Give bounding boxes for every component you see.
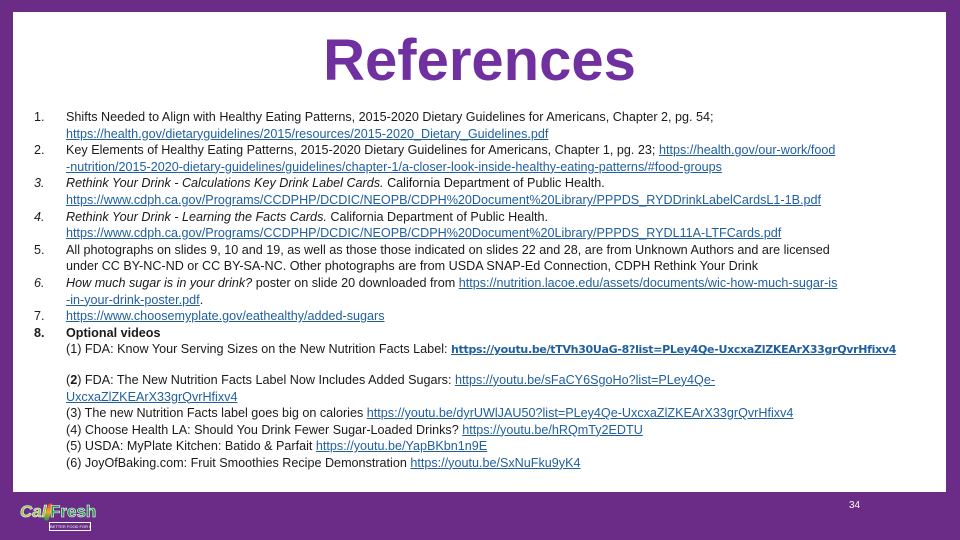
page-number: 34 (849, 500, 861, 511)
reference-trailing: . (199, 292, 204, 307)
reference-link[interactable]: https://www.cdph.ca.gov/Programs/CCDPHP/… (66, 226, 781, 240)
video-label: ) FDA: The New Nutrition Facts Label Now… (77, 372, 452, 387)
reference-item-5: 5. All photographs on slides 9, 10 and 1… (13, 242, 946, 275)
video-item-4: (4) Choose Health LA: Should You Drink F… (66, 422, 946, 439)
video-link[interactable]: https://youtu.be/YapBKbn1n9E (316, 439, 487, 453)
reference-text: poster on slide 20 downloaded from (255, 275, 456, 290)
reference-text: All photographs on slides 9, 10 and 19, … (66, 242, 830, 257)
reference-item-8: 8. Optional videos (1) FDA: Know Your Se… (13, 325, 946, 472)
reference-title: How much sugar is in your drink? (66, 275, 253, 290)
video-item-3: (3) The new Nutrition Facts label goes b… (66, 405, 946, 422)
reference-link[interactable]: https://www.cdph.ca.gov/Programs/CCDPHP/… (66, 193, 821, 207)
reference-number: 8. (34, 325, 45, 340)
reference-item-1: 1. Shifts Needed to Align with Healthy E… (13, 109, 946, 142)
reference-number: 7. (34, 309, 45, 324)
reference-number: 6. (34, 275, 45, 290)
reference-number: 4. (34, 209, 45, 224)
reference-text: Key Elements of Healthy Eating Patterns,… (66, 143, 656, 158)
video-label: (1) FDA: Know Your Serving Sizes on the … (66, 342, 448, 357)
reference-text: Shifts Needed to Align with Healthy Eati… (66, 110, 714, 124)
video-link-continued[interactable]: UxcxaZlZKEArX33grQvrHfixv4 (66, 390, 237, 404)
video-link[interactable]: https://youtu.be/SxNuFku9yK4 (410, 456, 580, 470)
reference-link[interactable]: https://www.choosemyplate.gov/eathealthy… (66, 309, 385, 323)
video-label: (5) USDA: MyPlate Kitchen: Batido & Parf… (66, 439, 313, 454)
video-label: (6) JoyOfBaking.com: Fruit Smoothies Rec… (66, 455, 407, 470)
video-item-6: (6) JoyOfBaking.com: Fruit Smoothies Rec… (66, 455, 946, 472)
reference-number: 2. (34, 143, 45, 158)
reference-link[interactable]: https://nutrition.lacoe.edu/assets/docum… (459, 276, 838, 290)
reference-list: 1. Shifts Needed to Align with Healthy E… (13, 109, 946, 471)
reference-item-7: 7. https://www.choosemyplate.gov/eatheal… (13, 308, 946, 325)
logo-cal-text: Cal (20, 502, 47, 522)
reference-title: Rethink Your Drink - Calculations Key Dr… (66, 176, 384, 191)
reference-item-3: 3. Rethink Your Drink - Calculations Key… (13, 175, 946, 208)
reference-link-continued[interactable]: -nutrition/2015-2020-dietary-guidelines/… (66, 160, 722, 174)
reference-item-6: 6. How much sugar is in your drink? post… (13, 275, 946, 308)
reference-item-2: 2. Key Elements of Healthy Eating Patter… (13, 142, 946, 175)
video-link[interactable]: https://youtu.be/dyrUWlJAU50?list=PLey4Q… (367, 406, 794, 420)
calfresh-logo: Cal Fresh BETTER FOOD FOR BETTER LIVING (20, 502, 97, 532)
reference-link-continued[interactable]: -in-your-drink-poster.pdf (66, 293, 200, 307)
optional-videos-heading: Optional videos (66, 325, 161, 340)
video-link[interactable]: https://youtu.be/sFaCY6SgoHo?list=PLey4Q… (455, 373, 715, 387)
reference-number: 1. (34, 110, 45, 124)
reference-text: California Department of Public Health. (387, 176, 605, 191)
video-item-1: (1) FDA: Know Your Serving Sizes on the … (66, 341, 946, 359)
reference-item-4: 4. Rethink Your Drink - Learning the Fac… (13, 209, 946, 242)
logo-fresh-text: Fresh (50, 502, 97, 522)
reference-link[interactable]: https://health.gov/our-work/food (659, 143, 835, 157)
video-item-5: (5) USDA: MyPlate Kitchen: Batido & Parf… (66, 438, 946, 455)
video-link[interactable]: https://youtu.be/tTVh30UaG-8?list=PLey4Q… (451, 343, 896, 356)
video-link[interactable]: https://youtu.be/hRQmTy2EDTU (462, 423, 643, 437)
reference-number: 5. (34, 242, 45, 257)
reference-number: 3. (34, 176, 45, 191)
video-label: (4) Choose Health LA: Should You Drink F… (66, 422, 459, 437)
slide-content-panel: References 1. Shifts Needed to Align wit… (13, 12, 946, 492)
video-item-2: (2) FDA: The New Nutrition Facts Label N… (66, 372, 946, 405)
reference-link[interactable]: https://health.gov/dietaryguidelines/201… (66, 127, 548, 141)
reference-text: California Department of Public Health. (330, 209, 549, 224)
reference-title: Rethink Your Drink - Learning the Facts … (66, 209, 327, 224)
logo-tagline: BETTER FOOD FOR BETTER LIVING (49, 522, 91, 531)
video-label: (3) The new Nutrition Facts label goes b… (66, 406, 364, 421)
reference-text-continued: under CC BY-NC-ND or CC BY-SA-NC. Other … (66, 259, 758, 274)
slide-title: References (323, 28, 636, 93)
